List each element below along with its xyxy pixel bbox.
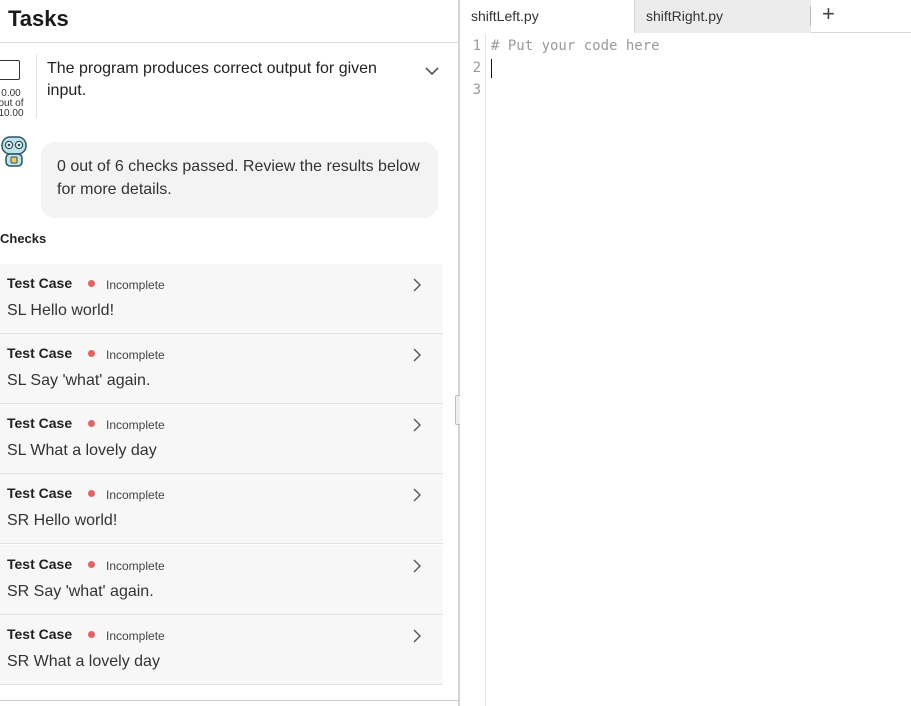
check-description: SR Hello world! xyxy=(7,512,118,529)
line-number: 1 xyxy=(472,38,481,54)
check-description: SR Say 'what' again. xyxy=(7,583,154,600)
check-description: SL Say 'what' again. xyxy=(7,372,151,389)
chevron-right-icon[interactable] xyxy=(409,417,425,433)
line-number-gutter: 1 2 3 xyxy=(460,34,486,706)
tab-shiftright[interactable]: shiftRight.py xyxy=(635,0,811,33)
line-number: 3 xyxy=(472,82,481,98)
status-dot-icon xyxy=(88,490,95,497)
check-title: Test Case xyxy=(7,485,73,501)
check-status: Incomplete xyxy=(106,559,165,573)
chevron-down-icon[interactable] xyxy=(423,62,441,80)
status-dot-icon xyxy=(88,561,95,568)
check-title: Test Case xyxy=(7,556,73,572)
status-dot-icon xyxy=(88,631,95,638)
status-dot-icon xyxy=(88,350,95,357)
chevron-right-icon[interactable] xyxy=(409,487,425,503)
chevron-right-icon[interactable] xyxy=(409,558,425,574)
panel-divider xyxy=(0,700,458,701)
task-points: 0.00 out of 10.00 xyxy=(0,89,25,119)
check-status: Incomplete xyxy=(106,418,165,432)
check-status: Incomplete xyxy=(106,278,165,292)
status-dot-icon xyxy=(88,420,95,427)
code-line[interactable]: # Put your code here xyxy=(491,38,660,54)
tasks-title: Tasks xyxy=(8,6,69,31)
bot-message-bubble: 0 out of 6 checks passed. Review the res… xyxy=(41,142,438,218)
add-tab-button[interactable]: + xyxy=(822,1,835,27)
checks-heading: Checks xyxy=(0,231,47,246)
check-item[interactable]: Test Case Incomplete SL Say 'what' again… xyxy=(0,334,443,404)
line-number: 2 xyxy=(472,60,481,76)
check-status: Incomplete xyxy=(106,348,165,362)
check-item[interactable]: Test Case Incomplete SR What a lovely da… xyxy=(0,615,443,685)
check-item[interactable]: Test Case Incomplete SR Say 'what' again… xyxy=(0,545,443,615)
chevron-right-icon[interactable] xyxy=(409,347,425,363)
check-title: Test Case xyxy=(7,345,73,361)
points-total: 10.00 xyxy=(0,108,24,119)
tasks-panel: Tasks 0.00 out of 10.00 The program prod… xyxy=(0,0,458,706)
robot-assistant-icon xyxy=(0,134,30,168)
check-item[interactable]: Test Case Incomplete SL Hello world! xyxy=(0,264,443,334)
chevron-right-icon[interactable] xyxy=(409,628,425,644)
code-editor[interactable]: shiftLeft.py shiftRight.py + 1 2 3 # Put… xyxy=(460,0,911,706)
check-description: SL What a lovely day xyxy=(7,442,157,459)
tab-shiftleft[interactable]: shiftLeft.py xyxy=(460,0,635,33)
check-title: Test Case xyxy=(7,275,73,291)
task-checkbox[interactable] xyxy=(0,60,20,80)
check-item[interactable]: Test Case Incomplete SR Hello world! xyxy=(0,474,443,544)
check-description: SR What a lovely day xyxy=(7,653,160,670)
check-description: SL Hello world! xyxy=(7,302,115,319)
text-cursor xyxy=(491,59,492,78)
check-title: Test Case xyxy=(7,415,73,431)
check-status: Incomplete xyxy=(106,488,165,502)
tasks-header: Tasks xyxy=(0,0,458,43)
check-status: Incomplete xyxy=(106,629,165,643)
tab-separator xyxy=(810,6,811,26)
task-description: The program produces correct output for … xyxy=(47,60,377,99)
status-dot-icon xyxy=(88,280,95,287)
chevron-right-icon[interactable] xyxy=(409,277,425,293)
task-divider xyxy=(36,54,37,118)
check-item[interactable]: Test Case Incomplete SL What a lovely da… xyxy=(0,404,443,474)
editor-tab-bar: shiftLeft.py shiftRight.py + xyxy=(460,0,911,33)
check-title: Test Case xyxy=(7,626,73,642)
